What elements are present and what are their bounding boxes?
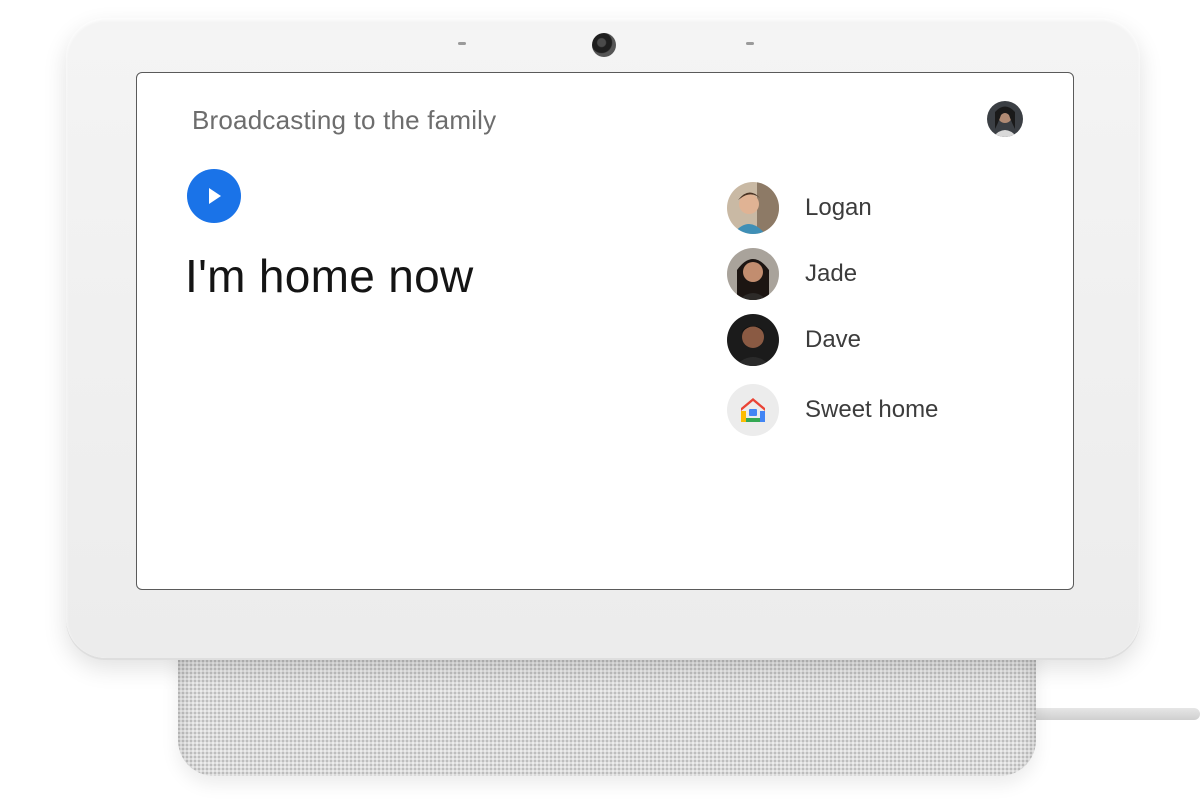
recipient-jade[interactable]: Jade <box>727 247 857 301</box>
recipient-name: Jade <box>805 260 858 287</box>
speaker-base <box>178 640 1036 776</box>
power-cable <box>1020 708 1200 720</box>
avatar <box>727 314 779 366</box>
avatar <box>727 248 779 300</box>
person-photo-icon <box>727 248 779 300</box>
device-bezel: Broadcasting to the family I'm home now <box>66 18 1140 658</box>
google-home-icon <box>741 398 765 422</box>
recipient-name: Dave <box>805 326 862 353</box>
recipient-name: Sweet home <box>805 396 939 423</box>
profile-photo-icon <box>987 101 1023 137</box>
avatar <box>727 182 779 234</box>
broadcast-title: Broadcasting to the family <box>192 105 497 135</box>
play-icon <box>209 188 221 204</box>
device-scene: Broadcasting to the family I'm home now <box>0 0 1200 800</box>
light-sensor-left <box>458 42 466 45</box>
play-button[interactable] <box>187 169 241 223</box>
light-sensor-right <box>746 42 754 45</box>
recipient-sweet-home[interactable]: Sweet home <box>727 383 938 437</box>
profile-avatar[interactable] <box>987 101 1023 137</box>
recipient-dave[interactable]: Dave <box>727 313 861 367</box>
avatar <box>727 384 779 436</box>
person-photo-icon <box>727 182 779 234</box>
broadcast-message: I'm home now <box>185 250 474 302</box>
recipient-name: Logan <box>805 194 872 221</box>
recipient-logan[interactable]: Logan <box>727 181 872 235</box>
display-screen: Broadcasting to the family I'm home now <box>136 72 1074 590</box>
camera-icon <box>592 33 616 57</box>
person-photo-icon <box>727 314 779 366</box>
